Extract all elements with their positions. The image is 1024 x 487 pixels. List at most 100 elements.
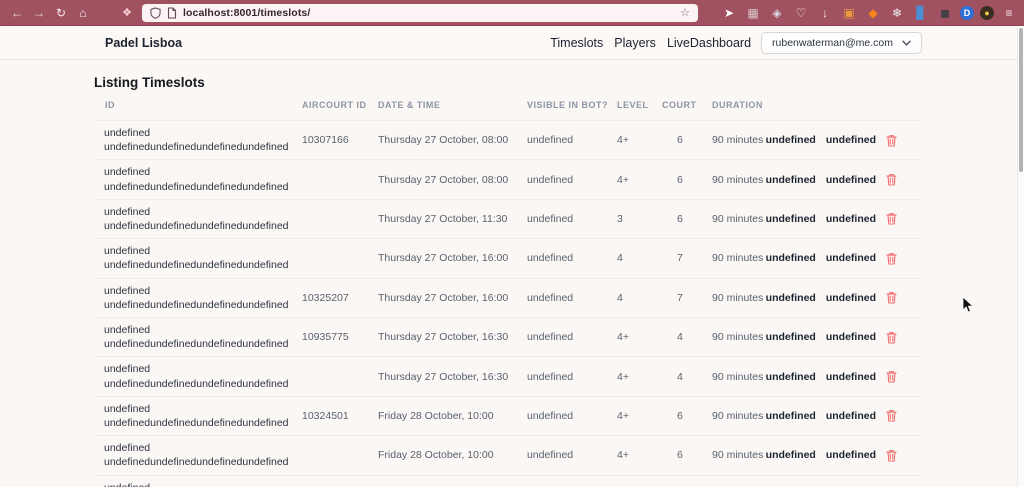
- vertical-scrollbar[interactable]: [1017, 26, 1024, 487]
- nav-players[interactable]: Players: [614, 36, 656, 50]
- row-actions: undefined undefined: [766, 212, 920, 226]
- court: 7: [677, 291, 683, 304]
- date-time: Friday 28 October, 10:00: [378, 409, 494, 422]
- bookmark-star-icon[interactable]: ☆: [680, 6, 690, 19]
- visible-in-bot: undefined: [527, 134, 574, 147]
- row-actions: undefined undefined: [766, 370, 920, 383]
- snowflake-extension-icon[interactable]: ❄: [888, 5, 906, 21]
- timeslot-id: undefined undefinedundefinedundefinedund…: [104, 284, 289, 311]
- edit-link[interactable]: undefined: [826, 410, 876, 422]
- copy-squares-extension-icon[interactable]: ▣: [840, 5, 858, 21]
- table-row: undefined undefinedundefinedundefinedund…: [94, 356, 920, 395]
- timeslot-id: undefined undefinedundefinedundefinedund…: [104, 402, 289, 429]
- page-icon[interactable]: [167, 6, 177, 19]
- delete-icon[interactable]: [886, 291, 897, 304]
- edit-link[interactable]: undefined: [826, 449, 876, 461]
- date-time: Thursday 27 October, 08:00: [378, 134, 509, 147]
- date-time: Thursday 27 October, 16:00: [378, 291, 509, 304]
- cat-extension-icon[interactable]: ●: [980, 5, 994, 20]
- visible-in-bot: undefined: [527, 291, 574, 304]
- pinwheel-extension-icon[interactable]: ❖: [118, 5, 136, 21]
- fox-extension-icon[interactable]: ◆: [864, 5, 882, 21]
- delete-icon[interactable]: [886, 173, 897, 186]
- date-time: Thursday 27 October, 11:30: [378, 212, 508, 225]
- camera-extension-icon[interactable]: ◼: [936, 5, 954, 21]
- court: 6: [677, 173, 683, 186]
- visible-in-bot: undefined: [527, 370, 574, 383]
- edit-link[interactable]: undefined: [826, 174, 876, 186]
- level: 4: [617, 252, 623, 265]
- delete-icon[interactable]: [886, 212, 897, 226]
- back-icon[interactable]: ←: [8, 5, 26, 21]
- level: 4+: [617, 449, 629, 462]
- table-row: undefined undefinedundefinedundefinedund…: [94, 198, 920, 238]
- scrollbar-thumb[interactable]: [1019, 28, 1023, 172]
- shield-icon[interactable]: [150, 6, 161, 19]
- show-link[interactable]: undefined: [766, 331, 816, 343]
- url-text[interactable]: localhost:8001/timeslots/: [183, 7, 674, 19]
- delete-icon[interactable]: [886, 252, 897, 265]
- row-actions: undefined undefined: [766, 173, 920, 186]
- show-link[interactable]: undefined: [766, 371, 816, 383]
- forward-icon[interactable]: →: [30, 5, 48, 21]
- show-link[interactable]: undefined: [766, 292, 816, 304]
- table-row: undefined undefinedundefinedundefinedund…: [94, 316, 920, 356]
- screenshot-extension-icon[interactable]: ▦: [744, 5, 762, 21]
- timeslot-id: undefined undefinedundefinedundefinedund…: [104, 127, 289, 154]
- notebook-extension-icon[interactable]: ▊: [912, 5, 930, 21]
- download-icon[interactable]: ↓: [816, 5, 834, 21]
- nav-timeslots[interactable]: Timeslots: [550, 36, 603, 50]
- col-level: LEVEL: [617, 100, 649, 110]
- edit-link[interactable]: undefined: [826, 252, 876, 264]
- pointer-extension-icon[interactable]: ➤: [720, 5, 738, 21]
- court: 6: [677, 449, 683, 462]
- home-icon[interactable]: ⌂: [74, 5, 92, 21]
- edit-link[interactable]: undefined: [826, 213, 876, 225]
- delete-icon[interactable]: [886, 409, 897, 422]
- show-link[interactable]: undefined: [766, 134, 816, 146]
- level: 4: [617, 291, 623, 304]
- edit-link[interactable]: undefined: [826, 134, 876, 146]
- delete-icon[interactable]: [886, 449, 897, 462]
- aircourt-id: 10935775: [302, 331, 349, 344]
- account-dropdown[interactable]: rubenwaterman@me.com: [761, 31, 922, 54]
- menu-icon[interactable]: ≡: [1000, 5, 1018, 21]
- row-actions: undefined undefined: [766, 331, 920, 344]
- id-badge-extension-icon[interactable]: D: [960, 5, 974, 20]
- row-actions: undefined undefined: [766, 409, 920, 422]
- shield-heart-icon[interactable]: ♡: [792, 5, 810, 21]
- show-link[interactable]: undefined: [766, 213, 816, 225]
- show-link[interactable]: undefined: [766, 449, 816, 461]
- table-row: undefined undefinedundefinedundefinedund…: [94, 277, 920, 317]
- col-aircourt-id: AIRCOURT ID: [302, 100, 367, 110]
- reload-icon[interactable]: ↻: [52, 5, 70, 21]
- address-bar[interactable]: localhost:8001/timeslots/ ☆: [142, 3, 698, 22]
- table-row: undefined undefinedundefinedundefinedund…: [94, 120, 920, 159]
- date-time: Thursday 27 October, 16:30: [378, 370, 509, 383]
- timeslot-id: undefined undefinedundefinedundefinedund…: [104, 323, 289, 351]
- row-actions: undefined undefined: [766, 449, 920, 462]
- diamond-extension-icon[interactable]: ◈: [768, 5, 786, 21]
- edit-link[interactable]: undefined: [826, 292, 876, 304]
- timeslot-id: undefined undefinedundefinedundefinedund…: [104, 363, 289, 390]
- aircourt-id: 10307166: [302, 134, 349, 147]
- date-time: Friday 28 October, 10:00: [378, 449, 494, 462]
- chevron-down-icon: [902, 40, 911, 46]
- nav-livedashboard[interactable]: LiveDashboard: [667, 36, 751, 50]
- visible-in-bot: undefined: [527, 409, 574, 422]
- show-link[interactable]: undefined: [766, 410, 816, 422]
- delete-icon[interactable]: [886, 370, 897, 383]
- date-time: Thursday 27 October, 16:00: [378, 252, 509, 265]
- timeslot-id: undefined undefinedundefinedundefinedund…: [94, 481, 302, 487]
- level: 4+: [617, 331, 629, 344]
- table-row: undefined undefinedundefinedundefinedund…: [94, 238, 920, 277]
- visible-in-bot: undefined: [527, 449, 574, 462]
- edit-link[interactable]: undefined: [826, 371, 876, 383]
- show-link[interactable]: undefined: [766, 174, 816, 186]
- table-row: undefined undefinedundefinedundefinedund…: [94, 435, 920, 474]
- delete-icon[interactable]: [886, 331, 897, 344]
- col-visible-in-bot: VISIBLE IN BOT?: [527, 100, 609, 110]
- edit-link[interactable]: undefined: [826, 331, 876, 343]
- delete-icon[interactable]: [886, 134, 897, 147]
- show-link[interactable]: undefined: [766, 252, 816, 264]
